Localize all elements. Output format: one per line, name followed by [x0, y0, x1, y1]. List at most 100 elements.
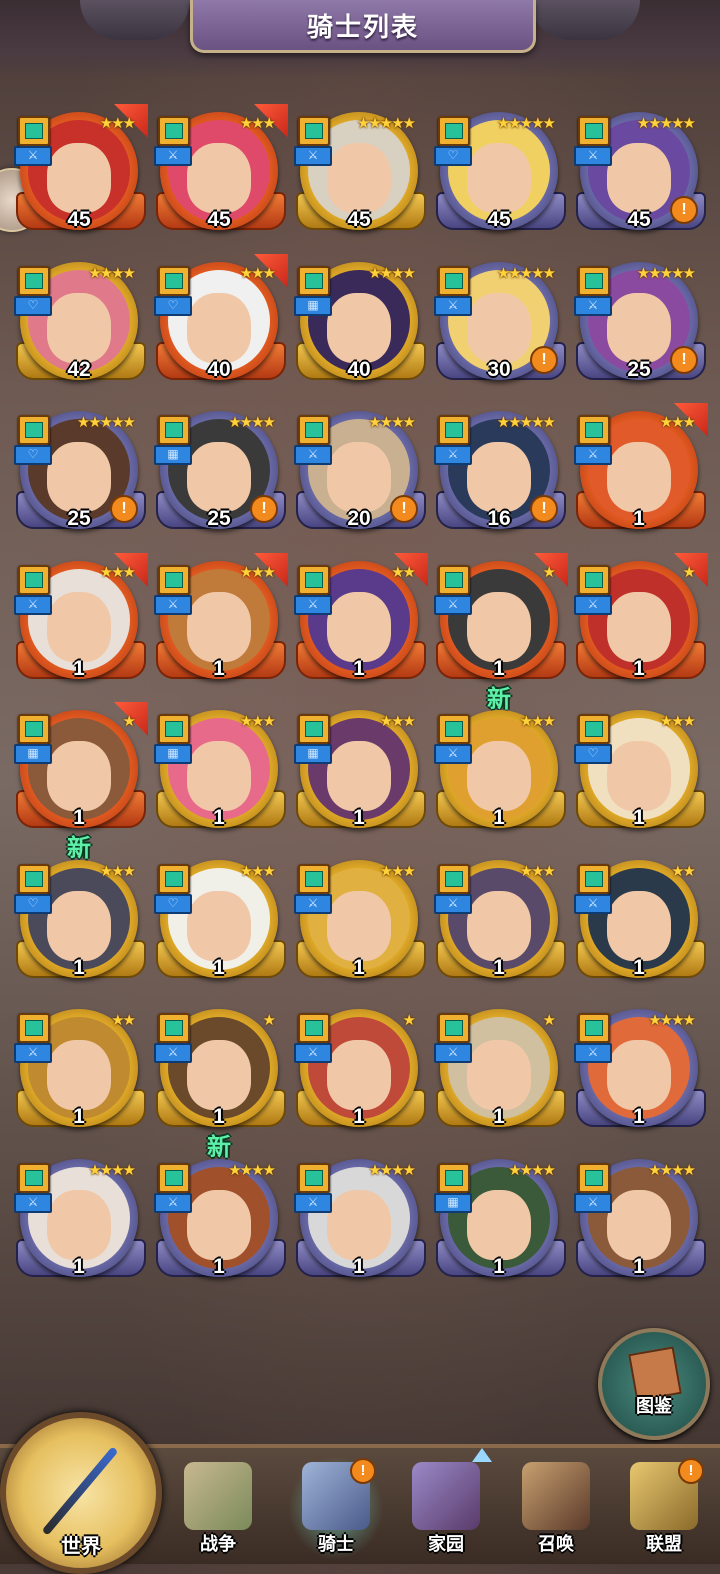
knight-card[interactable]: ⚔ ★★★★★ 30!: [434, 258, 566, 398]
face-shape: [607, 741, 671, 811]
star-rating: ★★★: [379, 863, 416, 880]
title-plate: 骑士列表: [190, 0, 536, 53]
knight-card[interactable]: ⚔ ★★★★ 1: [294, 1155, 426, 1295]
nav-alliance[interactable]: ! 联盟: [616, 1456, 712, 1560]
knight-card[interactable]: ▦ ★ 1 新: [14, 702, 148, 862]
knight-card[interactable]: ⚔ ★★★★★ 25!: [574, 258, 706, 398]
header-ornament-left: [80, 0, 190, 40]
star-rating: ★★★★: [648, 1162, 696, 1179]
face-shape: [187, 1190, 251, 1260]
face-shape: [467, 143, 531, 213]
face-shape: [47, 442, 111, 512]
knight-card[interactable]: ⚔ ★★ 1: [574, 856, 706, 996]
knight-card[interactable]: ⚔ ★★★★ 1: [574, 1155, 706, 1295]
knight-card[interactable]: ⚔ ★★★ 1: [574, 403, 708, 547]
knight-card[interactable]: ▦ ★★★ 1: [154, 706, 286, 846]
face-shape: [607, 293, 671, 363]
knight-card[interactable]: ♡ ★★★ 40: [154, 254, 288, 398]
knight-card[interactable]: ⚔ ★★★ 1: [14, 553, 148, 697]
knight-card[interactable]: ⚔ ★ 1: [434, 1005, 566, 1145]
knight-level: 1: [493, 956, 505, 979]
face-shape: [607, 143, 671, 213]
class-icon: ▦: [294, 744, 332, 764]
star-rating: ★★★★★: [496, 265, 556, 282]
knight-card[interactable]: ♡ ★★★ 1: [574, 706, 706, 846]
knight-card[interactable]: ⚔ ★★ 1: [294, 553, 428, 697]
knight-card[interactable]: ⚔ ★★★★ 20!: [294, 407, 426, 547]
knight-card[interactable]: ⚔ ★★★★ 1: [154, 1155, 286, 1295]
nav-summon[interactable]: 召唤: [508, 1456, 604, 1560]
knight-level: 1: [633, 806, 645, 829]
knight-level: 1: [353, 806, 365, 829]
page-title: 骑士列表: [306, 11, 419, 42]
knight-card[interactable]: ⚔ ★★ 1: [14, 1005, 146, 1145]
knight-card[interactable]: ⚔ ★ 1: [574, 553, 708, 697]
star-rating: ★★★★★: [356, 115, 416, 132]
class-icon: ♡: [14, 445, 52, 465]
knight-level: 1: [633, 1105, 645, 1128]
knight-card[interactable]: ⚔ ★★★ 1: [294, 856, 426, 996]
knight-card[interactable]: ⚔ ★★★ 1: [434, 706, 566, 846]
world-compass-button[interactable]: 世界: [0, 1412, 162, 1574]
class-icon: ♡: [14, 894, 52, 914]
knight-card[interactable]: ⚔ ★★★ 45: [14, 104, 148, 248]
star-rating: ★: [402, 1012, 417, 1029]
role-icon: [158, 1163, 190, 1193]
role-icon: [438, 1013, 470, 1043]
knight-card[interactable]: ⚔ ★★★★★ 45: [294, 108, 426, 248]
knight-card[interactable]: ▦ ★★★★ 1: [434, 1155, 566, 1295]
nav-war-label: 战争: [200, 1534, 236, 1554]
knight-card[interactable]: ⚔ ★★★ 1: [434, 856, 566, 996]
class-icon: ♡: [154, 894, 192, 914]
knight-card[interactable]: ⚔ ★★★ 1: [154, 553, 288, 697]
star-rating: ★★★: [379, 713, 416, 730]
nav-home[interactable]: 家园: [398, 1456, 494, 1560]
knight-level: 42: [67, 358, 91, 381]
codex-button[interactable]: 图鉴: [598, 1328, 710, 1440]
knight-card[interactable]: ▦ ★★★ 1: [294, 706, 426, 846]
star-rating: ★★★★★: [76, 414, 136, 431]
header-ornament-right: [530, 0, 640, 40]
class-icon: ⚔: [434, 744, 472, 764]
star-rating: ★★★: [99, 564, 136, 581]
class-icon: ⚔: [14, 1043, 52, 1063]
knight-card[interactable]: ⚔ ★★★★★ 16!: [434, 407, 566, 547]
nav-knights[interactable]: ! 骑士: [288, 1456, 384, 1560]
nav-summon-label: 召唤: [538, 1534, 574, 1554]
face-shape: [607, 442, 671, 512]
knight-card[interactable]: ⚔ ★ 1 新: [154, 1005, 286, 1161]
role-icon: [18, 116, 50, 146]
knight-card[interactable]: ♡ ★★★★★ 25!: [14, 407, 146, 547]
knight-level: 1: [73, 956, 85, 979]
role-icon: [298, 266, 330, 296]
knight-level: 1: [633, 657, 645, 680]
knight-card[interactable]: ⚔ ★ 1 新: [434, 553, 568, 713]
map-icon: [184, 1462, 252, 1530]
star-rating: ★★★★★: [636, 265, 696, 282]
knight-card[interactable]: ▦ ★★★★ 40: [294, 258, 426, 398]
class-icon: ⚔: [154, 1043, 192, 1063]
knight-card[interactable]: ⚔ ★★★★★ 45!: [574, 108, 706, 248]
role-icon: [578, 266, 610, 296]
knight-level: 1: [633, 507, 645, 530]
knight-card[interactable]: ▦ ★★★★ 25!: [154, 407, 286, 547]
nav-war[interactable]: 战争: [170, 1456, 266, 1560]
knight-card[interactable]: ⚔ ★ 1: [294, 1005, 426, 1145]
compass-needle-icon: [41, 1446, 119, 1536]
face-shape: [187, 592, 251, 662]
knight-card[interactable]: ♡ ★★★★ 42: [14, 258, 146, 398]
knight-card[interactable]: ⚔ ★★★★ 1: [14, 1155, 146, 1295]
knight-card[interactable]: ⚔ ★★★★ 1: [574, 1005, 706, 1145]
knight-card[interactable]: ⚔ ★★★ 45: [154, 104, 288, 248]
knight-card[interactable]: ♡ ★★★ 1: [14, 856, 146, 996]
knight-card[interactable]: ♡ ★★★ 1: [154, 856, 286, 996]
star-rating: ★★★★: [648, 1012, 696, 1029]
knight-card[interactable]: ♡ ★★★★★ 45: [434, 108, 566, 248]
role-icon: [18, 415, 50, 445]
star-rating: ★★★★: [228, 1162, 276, 1179]
alert-badge: !: [670, 196, 698, 224]
face-shape: [47, 592, 111, 662]
alert-badge: !: [390, 495, 418, 523]
star-rating: ★★★★★: [496, 414, 556, 431]
face-shape: [47, 891, 111, 961]
